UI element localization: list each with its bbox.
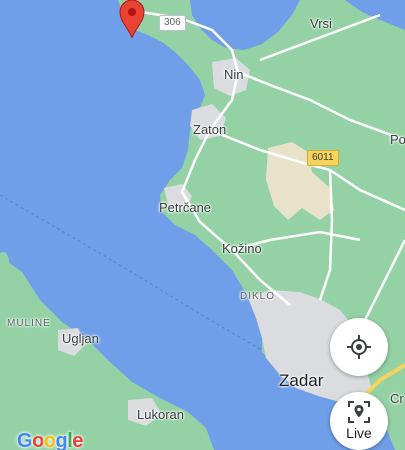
live-view-icon <box>348 401 370 423</box>
road-shield-306: 306 <box>159 15 186 31</box>
place-label-cr: Cr <box>390 391 404 406</box>
place-label-vrsi: Vrsi <box>310 16 332 31</box>
place-label-muline: MULINE <box>7 318 51 329</box>
place-label-diklo: DIKLO <box>240 291 276 302</box>
place-label-nin: Nin <box>224 67 244 82</box>
place-label-zadar: Zadar <box>279 371 324 390</box>
map-base <box>0 0 405 450</box>
live-view-button[interactable]: Live <box>330 392 388 450</box>
crosshair-icon <box>347 335 371 359</box>
place-label-po: Po <box>390 132 405 147</box>
place-label-lukoran: Lukoran <box>137 407 184 422</box>
map-canvas[interactable]: Vrsi Nin Zaton Po Petrčane Kožino DIKLO … <box>0 0 405 450</box>
place-label-kozino: Kožino <box>222 241 262 256</box>
place-label-zaton: Zaton <box>193 122 227 137</box>
map-pin-icon[interactable] <box>117 0 147 45</box>
live-label: Live <box>346 425 372 441</box>
google-logo: Google <box>17 430 83 450</box>
place-label-ugljan: Ugljan <box>62 331 99 346</box>
place-label-petrcane: Petrčane <box>159 200 212 215</box>
road-shield-6011: 6011 <box>307 150 339 166</box>
my-location-button[interactable] <box>330 318 388 376</box>
